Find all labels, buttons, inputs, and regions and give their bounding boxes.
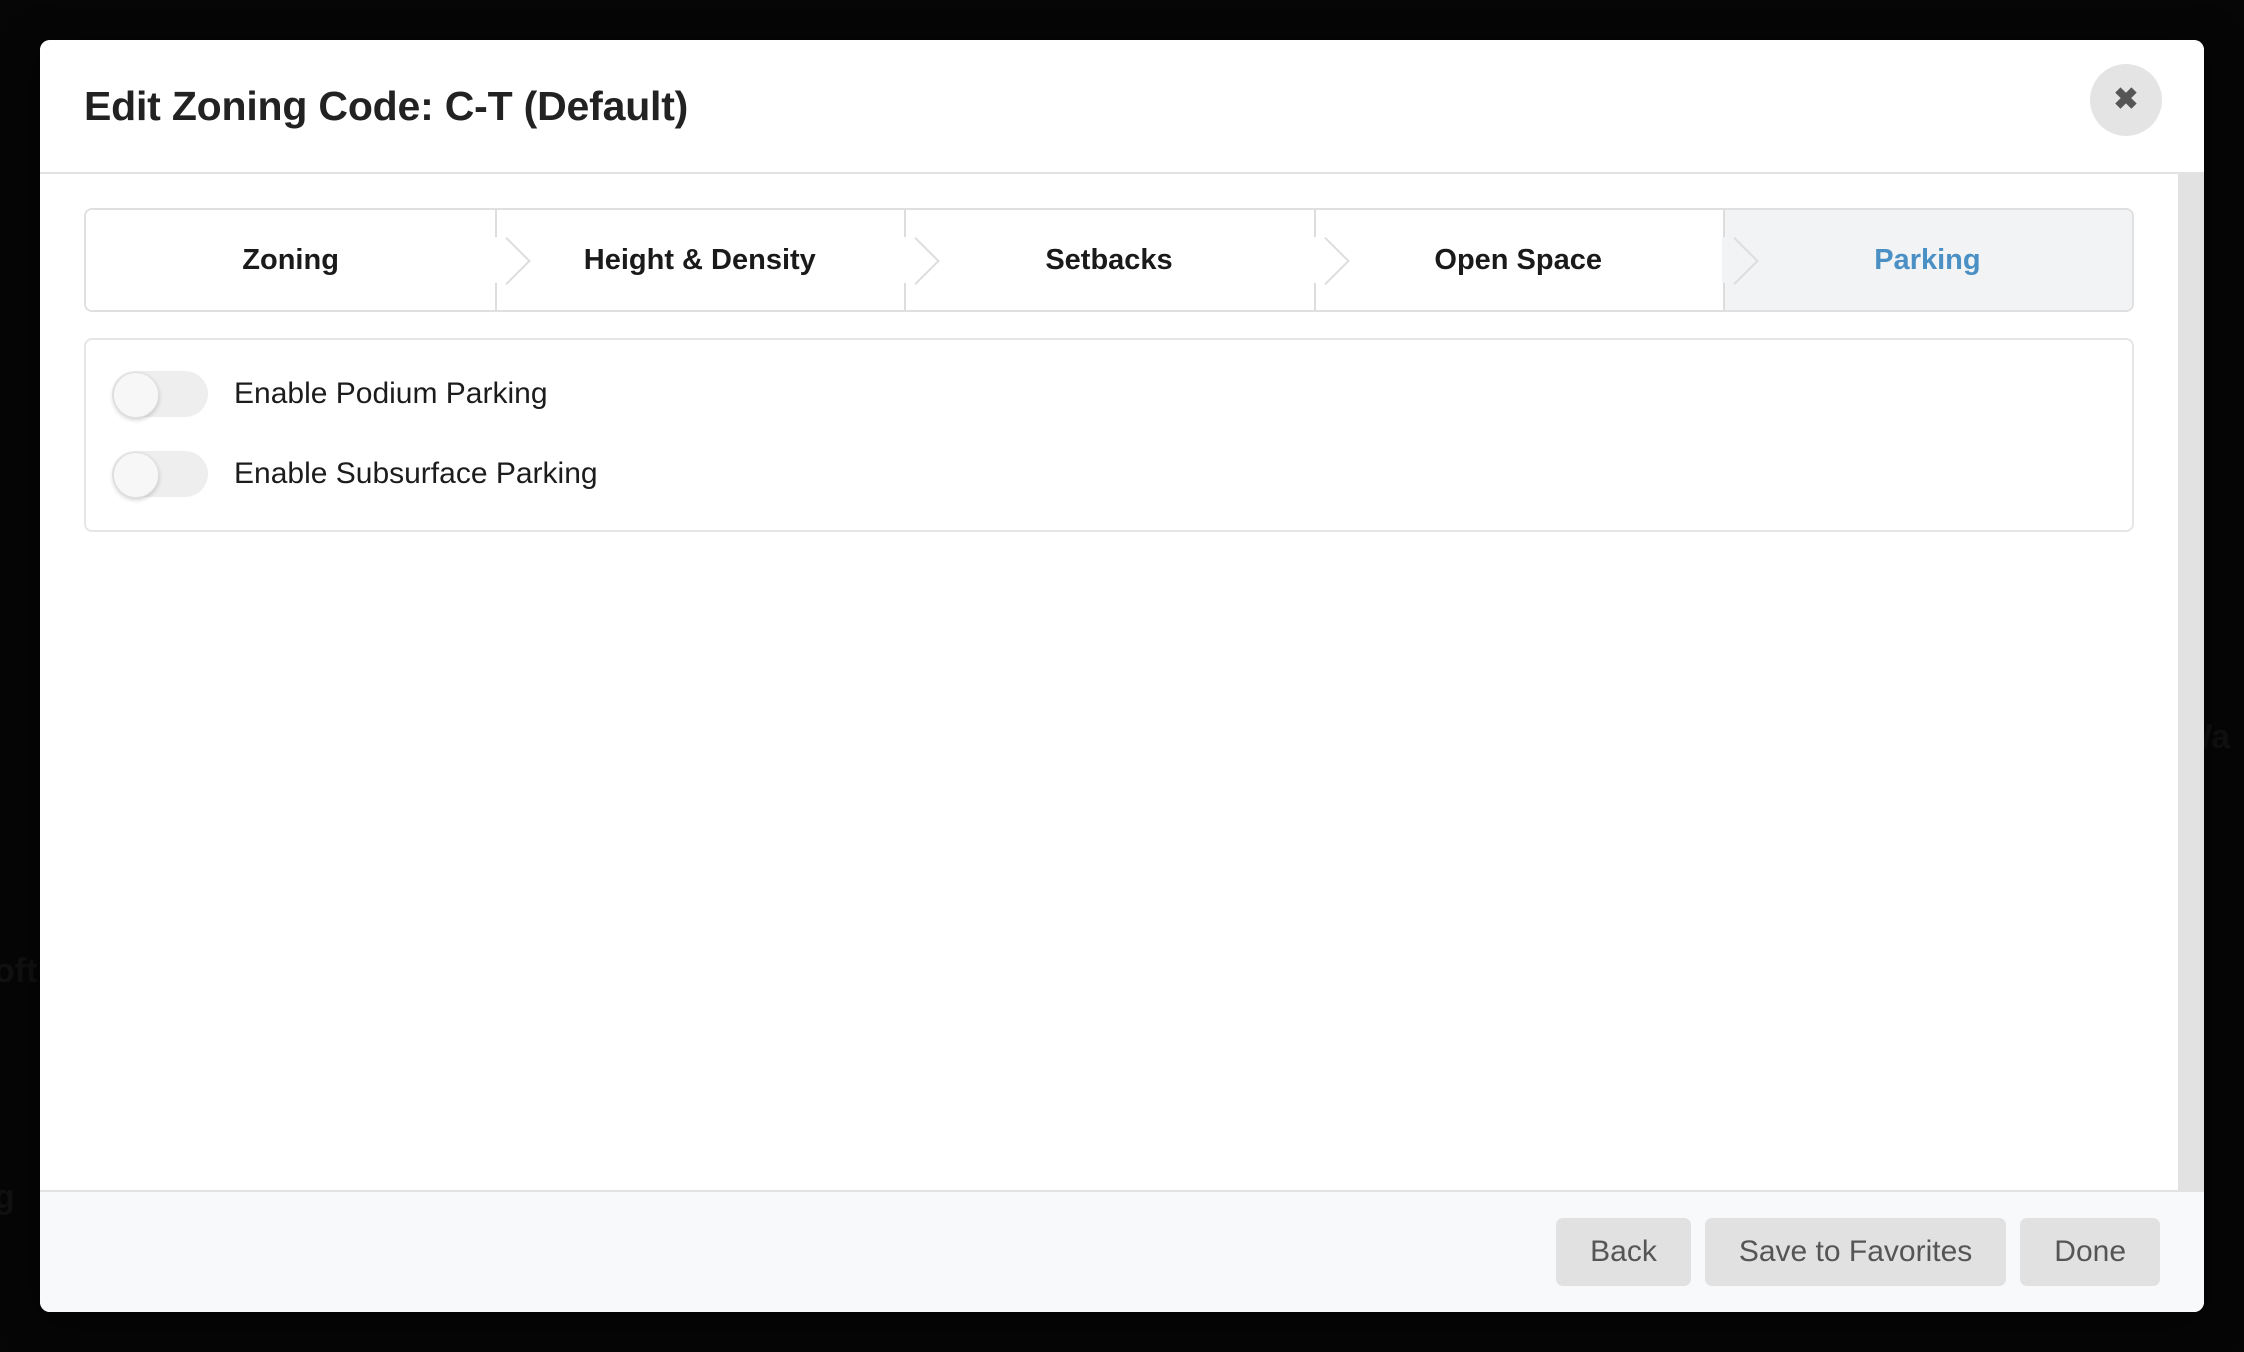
save-to-favorites-button[interactable]: Save to Favorites (1704, 1218, 2007, 1286)
tab-separator-chevron (494, 237, 499, 283)
close-button[interactable]: ✖ (2090, 64, 2162, 136)
dialog-body: Zoning Height & Density Setbacks Open Sp… (40, 174, 2204, 1190)
toggle-enable-podium-parking[interactable] (112, 371, 208, 418)
tab-parking[interactable]: Parking (1721, 210, 2132, 310)
tab-label: Setbacks (1045, 243, 1173, 276)
tab-height-and-density[interactable]: Height & Density (494, 210, 905, 310)
tab-separator-chevron (903, 237, 908, 283)
backdrop-ghost-text: oft (0, 952, 38, 990)
tab-zoning[interactable]: Zoning (86, 210, 496, 310)
dialog-footer: Back Save to Favorites Done (40, 1190, 2204, 1312)
tab-label: Height & Density (583, 243, 816, 276)
done-button[interactable]: Done (2020, 1218, 2160, 1286)
page-title: Edit Zoning Code: C-T (Default) (84, 82, 689, 129)
wizard-tab-bar: Zoning Height & Density Setbacks Open Sp… (84, 208, 2134, 312)
setting-row-subsurface-parking: Enable Subsurface Parking (86, 446, 2132, 502)
toggle-knob (113, 452, 159, 498)
tab-label: Open Space (1434, 243, 1603, 276)
setting-label: Enable Podium Parking (234, 377, 548, 410)
parking-settings-panel: Enable Podium Parking Enable Subsurface … (84, 338, 2134, 532)
dialog-header: Edit Zoning Code: C-T (Default) ✖ (40, 40, 2204, 174)
tab-label: Zoning (242, 243, 339, 276)
tab-label: Parking (1874, 243, 1981, 276)
tab-open-space[interactable]: Open Space (1312, 210, 1723, 310)
tab-setbacks[interactable]: Setbacks (903, 210, 1314, 310)
setting-row-podium-parking: Enable Podium Parking (86, 366, 2132, 422)
setting-label: Enable Subsurface Parking (234, 457, 598, 490)
edit-zoning-code-dialog: Edit Zoning Code: C-T (Default) ✖ Zoning… (40, 40, 2204, 1312)
toggle-knob (113, 372, 159, 418)
dialog-body-content: Zoning Height & Density Setbacks Open Sp… (40, 174, 2178, 1190)
body-scrollbar[interactable] (2178, 174, 2204, 1190)
tab-separator-chevron (1721, 237, 1726, 283)
backdrop-ghost-text: g (0, 1178, 15, 1216)
close-icon: ✖ (2113, 83, 2139, 116)
toggle-enable-subsurface-parking[interactable] (112, 451, 208, 498)
tab-separator-chevron (1312, 237, 1317, 283)
back-button[interactable]: Back (1556, 1218, 1691, 1286)
